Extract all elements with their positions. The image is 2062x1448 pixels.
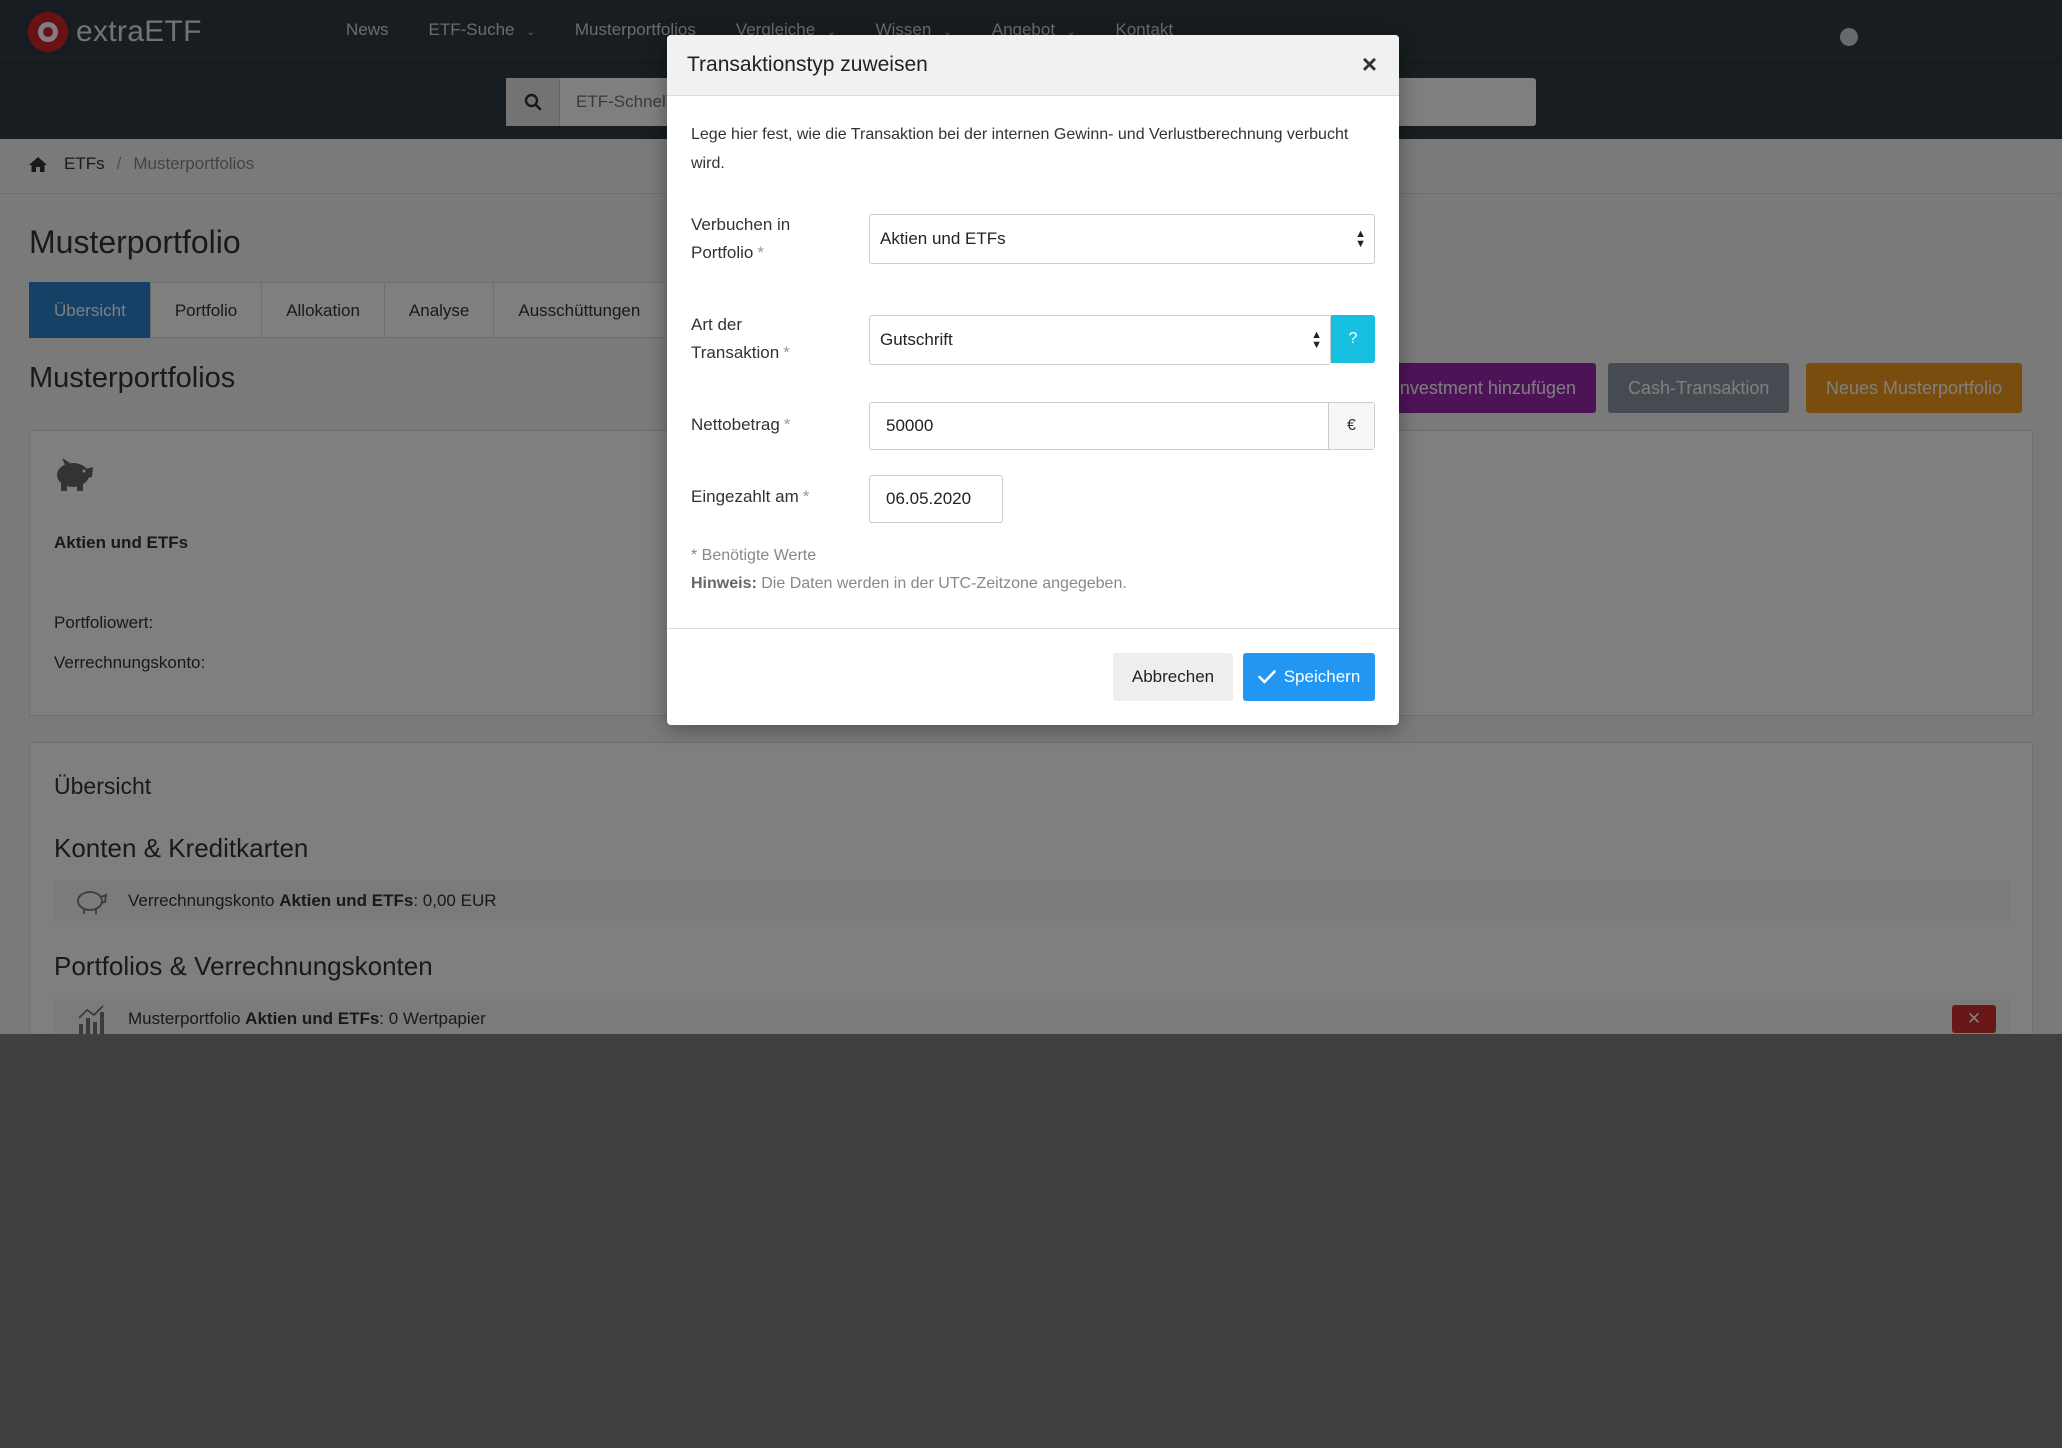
- portfolio-label-line2: Portfolio: [691, 243, 754, 262]
- portfolio-field-label: Verbuchen in Portfolio *: [691, 211, 790, 267]
- sort-arrows-icon: ▲ ▼: [1355, 228, 1366, 250]
- currency-addon: €: [1328, 403, 1374, 449]
- portfolio-select-value: Aktien und ETFs: [880, 229, 1006, 248]
- required-marker: *: [783, 415, 791, 434]
- required-marker: *: [783, 343, 790, 362]
- close-icon: ×: [1361, 49, 1377, 79]
- type-label-line1: Art der: [691, 315, 743, 334]
- date-input[interactable]: [869, 475, 1003, 523]
- required-marker: *: [802, 487, 810, 506]
- amount-input-group: €: [869, 402, 1375, 450]
- modal-footer-divider: [667, 628, 1399, 629]
- amount-field-label: Nettobetrag *: [691, 411, 790, 439]
- transaction-type-dialog: Transaktionstyp zuweisen × Lege hier fes…: [667, 35, 1399, 725]
- type-label-line2: Transaktion: [691, 343, 780, 362]
- amount-label: Nettobetrag: [691, 415, 780, 434]
- modal-description: Lege hier fest, wie die Transaktion bei …: [691, 126, 1349, 172]
- date-label: Eingezahlt am: [691, 487, 799, 506]
- cancel-button[interactable]: Abbrechen: [1113, 653, 1233, 701]
- hint-label: Hinweis:: [691, 575, 757, 592]
- check-icon: [1257, 670, 1276, 684]
- hint-text: Die Daten werden in der UTC-Zeitzone ang…: [756, 575, 1127, 592]
- portfolio-label-line1: Verbuchen in: [691, 215, 791, 234]
- modal-title: Transaktionstyp zuweisen: [687, 53, 928, 76]
- date-field-label: Eingezahlt am *: [691, 483, 809, 511]
- required-note: * Benötigte Werte: [691, 547, 817, 564]
- transaction-type-select[interactable]: Gutschrift ▲ ▼: [869, 315, 1331, 365]
- portfolio-select[interactable]: Aktien und ETFs ▲ ▼: [869, 214, 1375, 264]
- help-button[interactable]: ?: [1331, 315, 1375, 363]
- amount-input[interactable]: [870, 403, 1328, 449]
- timezone-hint: Hinweis: Die Daten werden in der UTC-Zei…: [691, 575, 1127, 593]
- type-select-value: Gutschrift: [880, 330, 953, 349]
- close-button[interactable]: ×: [1362, 49, 1377, 79]
- required-marker: *: [757, 243, 764, 262]
- sort-arrows-icon: ▲ ▼: [1311, 329, 1322, 351]
- type-field-label: Art der Transaktion *: [691, 311, 790, 367]
- save-button[interactable]: Speichern: [1243, 653, 1375, 701]
- modal-header: Transaktionstyp zuweisen ×: [667, 35, 1399, 96]
- save-label: Speichern: [1283, 667, 1361, 686]
